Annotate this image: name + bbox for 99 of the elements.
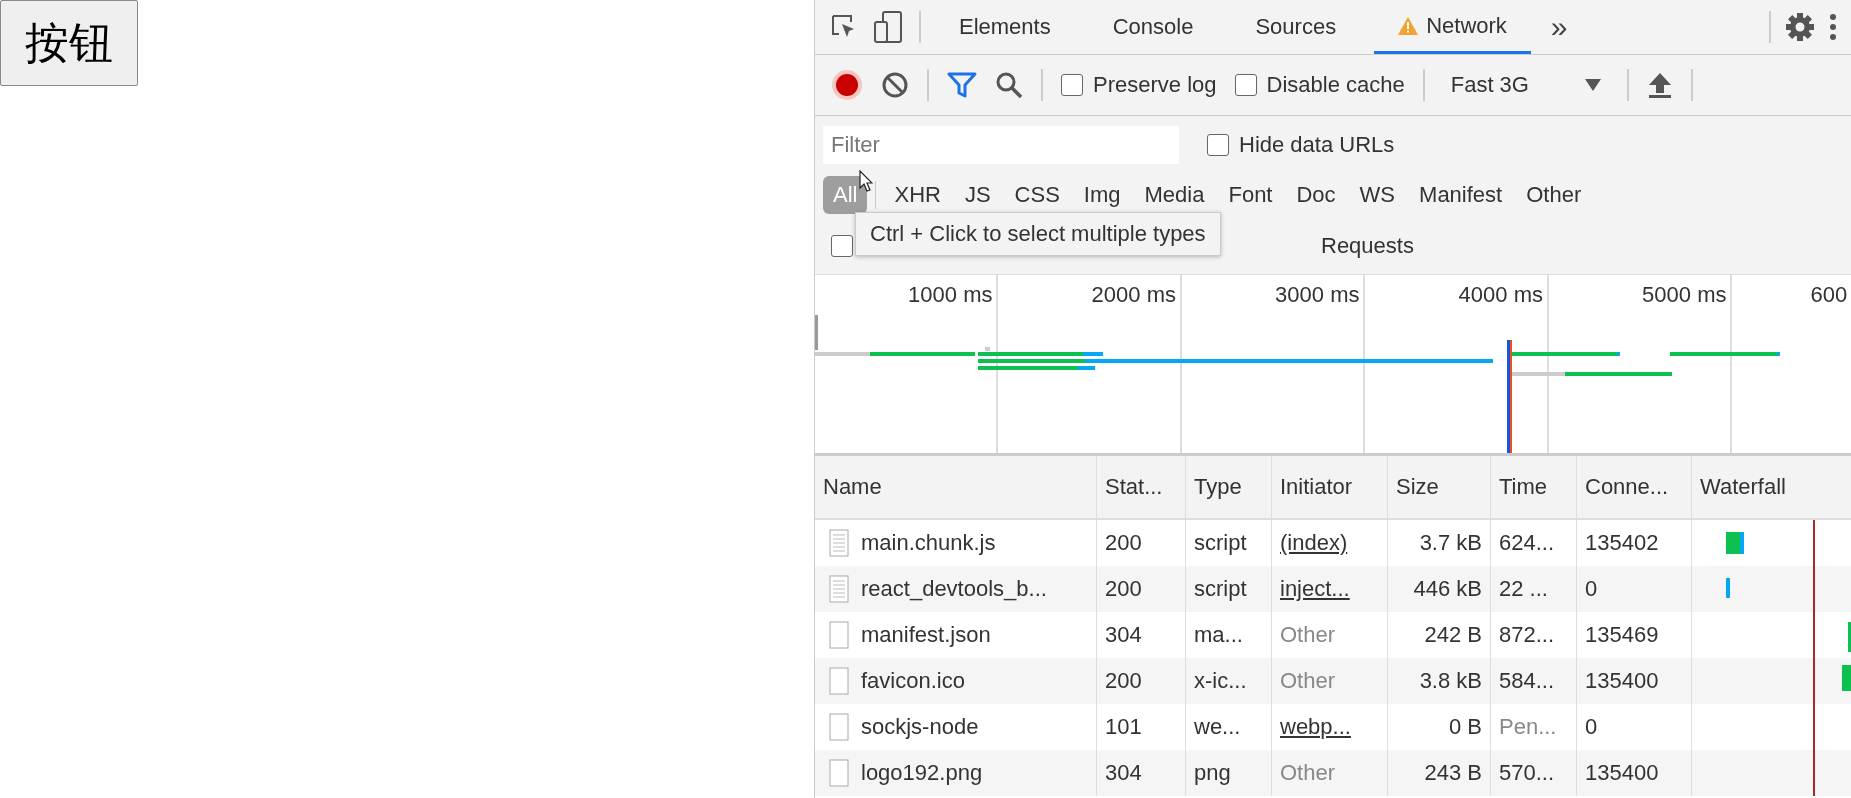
panel-tab[interactable]: Console [1088, 0, 1218, 54]
type-filter-button[interactable]: WS [1349, 176, 1406, 214]
table-cell: 872... [1499, 622, 1555, 648]
table-cell: Other [1280, 668, 1336, 694]
table-cell: 200 [1105, 668, 1142, 694]
disable-cache-checkbox[interactable] [1234, 74, 1257, 96]
settings-icon[interactable] [1785, 12, 1815, 42]
checkbox-label: Disable cache [1266, 72, 1405, 98]
table-cell: 304 [1105, 622, 1142, 648]
file-icon [829, 713, 849, 741]
table-cell: 0 [1585, 714, 1598, 740]
table-cell: Other [1280, 760, 1336, 786]
panel-tab[interactable]: Elements [935, 0, 1075, 54]
mouse-cursor-icon [859, 170, 873, 192]
throttling-select[interactable]: Fast 3G [1442, 72, 1609, 98]
table-cell: x-ic... [1194, 668, 1247, 694]
script-file-icon [829, 575, 849, 603]
time-tick-label: 4000 ms [1457, 282, 1544, 308]
tooltip: Ctrl + Click to select multiple types [855, 212, 1221, 256]
time-tick-label: 2000 ms [1090, 282, 1177, 308]
type-filter-button[interactable]: Manifest [1409, 176, 1513, 214]
filter-field[interactable]: Filter [823, 126, 1179, 164]
upload-icon[interactable] [1646, 71, 1673, 99]
file-icon [829, 759, 849, 787]
table-cell: 135402 [1585, 530, 1659, 556]
request-name[interactable]: favicon.ico [861, 668, 965, 694]
file-icon [829, 667, 849, 695]
request-name[interactable]: sockjs-node [861, 714, 979, 740]
table-cell: 242 B [1424, 622, 1482, 648]
request-name[interactable]: main.chunk.js [861, 530, 996, 556]
table-cell: 584... [1499, 668, 1555, 694]
column-header[interactable]: Initiator [1272, 456, 1388, 518]
type-filter-button[interactable]: JS [954, 176, 1001, 214]
table-cell: ma... [1194, 622, 1243, 648]
script-file-icon [829, 529, 849, 557]
request-name[interactable]: logo192.png [861, 760, 983, 786]
column-header[interactable]: Name [815, 456, 1097, 518]
caret-icon [1584, 79, 1601, 91]
table-cell: 243 B [1424, 760, 1482, 786]
column-header[interactable]: Conne... [1577, 456, 1692, 518]
table-cell: 200 [1105, 576, 1142, 602]
time-tick-label: 600 [1809, 282, 1849, 308]
time-tick-label: 5000 ms [1641, 282, 1728, 308]
table-cell: script [1194, 530, 1247, 556]
table-cell: 135400 [1585, 668, 1659, 694]
hide-data-urls-checkbox[interactable] [1207, 134, 1229, 156]
type-filter-button[interactable]: XHR [884, 176, 951, 214]
table-cell: 0 B [1448, 714, 1482, 740]
initiator-link[interactable]: inject... [1280, 576, 1350, 602]
table-cell: 101 [1105, 714, 1142, 740]
type-filter-button[interactable]: Other [1516, 176, 1592, 214]
table-cell: 570... [1499, 760, 1555, 786]
table-cell: 0 [1585, 576, 1598, 602]
table-cell: script [1194, 576, 1247, 602]
file-icon [829, 621, 849, 649]
table-cell: 200 [1105, 530, 1142, 556]
more-tabs-button[interactable]: » [1544, 9, 1574, 45]
column-header[interactable]: Type [1186, 456, 1272, 518]
type-filter-button[interactable]: Font [1218, 176, 1283, 214]
table-cell: 446 kB [1413, 576, 1482, 602]
time-tick-label: 3000 ms [1274, 282, 1361, 308]
checkbox-label: Requests [1321, 233, 1414, 259]
column-header[interactable]: Stat... [1097, 456, 1186, 518]
table-cell: 22 ... [1499, 576, 1548, 602]
record-icon[interactable] [831, 69, 863, 101]
type-filter-button[interactable]: Doc [1286, 176, 1346, 214]
type-filter-button[interactable]: Img [1073, 176, 1131, 214]
panel-tab[interactable]: Network [1374, 0, 1531, 54]
type-filter-button[interactable]: Media [1134, 176, 1215, 214]
table-cell: Pen... [1499, 714, 1557, 740]
table-cell: 135400 [1585, 760, 1659, 786]
table-cell: png [1194, 760, 1231, 786]
blocked-cookies-checkbox[interactable] [831, 235, 853, 257]
table-cell: 3.7 kB [1419, 530, 1482, 556]
table-cell: 3.8 kB [1419, 668, 1482, 694]
table-cell: we... [1194, 714, 1241, 740]
column-header[interactable]: Time [1491, 456, 1577, 518]
search-icon[interactable] [995, 71, 1023, 99]
more-menu-icon[interactable] [1829, 13, 1837, 41]
column-header[interactable]: Waterfall [1692, 456, 1851, 518]
page-button[interactable]: 按钮 [0, 0, 138, 86]
table-cell: 624... [1499, 530, 1555, 556]
initiator-link[interactable]: (index) [1280, 530, 1348, 556]
table-cell: 304 [1105, 760, 1142, 786]
time-tick-label: 1000 ms [907, 282, 994, 308]
checkbox-label: Hide data URLs [1239, 132, 1395, 158]
column-header[interactable]: Size [1388, 456, 1491, 518]
table-cell: Other [1280, 622, 1336, 648]
filter-icon[interactable] [947, 72, 977, 98]
clear-icon[interactable] [881, 71, 909, 99]
preserve-log-checkbox[interactable] [1061, 74, 1083, 96]
panel-tab[interactable]: Sources [1231, 0, 1361, 54]
table-cell: 135469 [1585, 622, 1659, 648]
request-name[interactable]: manifest.json [861, 622, 991, 648]
device-toolbar-icon[interactable] [873, 10, 905, 44]
type-filter-button[interactable]: CSS [1004, 176, 1070, 214]
initiator-link[interactable]: webp... [1280, 714, 1351, 740]
checkbox-label: Preserve log [1093, 72, 1217, 98]
request-name[interactable]: react_devtools_b... [861, 576, 1047, 602]
